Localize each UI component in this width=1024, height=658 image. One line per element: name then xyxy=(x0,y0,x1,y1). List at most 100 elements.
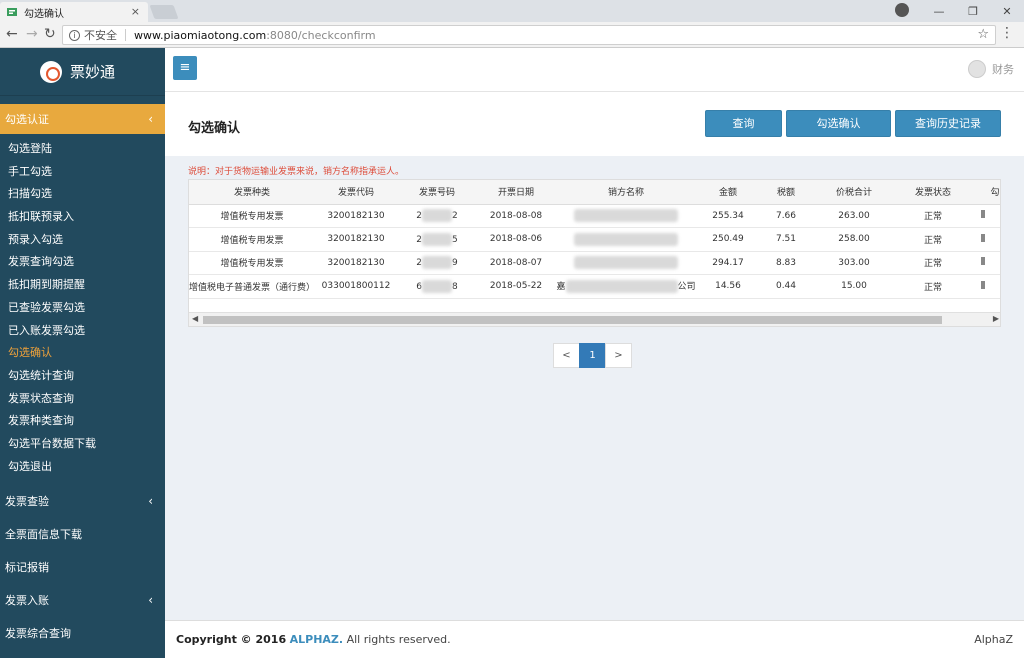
sidebar-item[interactable]: 手工勾选 xyxy=(0,161,165,184)
sidebar-nav: 勾选认证 ‹ 勾选登陆 手工勾选 扫描勾选 抵扣联预录入 预录入勾选 发票查询勾选 抵扣期到期提… xyxy=(0,104,165,649)
user-menu[interactable]: 财务 xyxy=(968,60,1014,78)
browser-tabstrip: 勾选确认 × — ❐ ✕ xyxy=(0,0,1024,22)
column-header[interactable]: 发票代码 xyxy=(315,180,397,205)
page-1-button[interactable]: 1 xyxy=(579,343,606,368)
brand[interactable]: 票妙通 xyxy=(0,48,165,96)
sidebar-item[interactable]: 发票种类查询 xyxy=(0,410,165,433)
seller-name-start: 嘉 xyxy=(556,282,566,293)
sidebar-group-3[interactable]: 标记报销 xyxy=(0,550,165,583)
url-input[interactable]: i 不安全 www.piaomiaotong.com:8080/checkcon… xyxy=(62,25,996,45)
sidebar-item[interactable]: 勾选统计查询 xyxy=(0,365,165,388)
column-header[interactable]: 销方名称 xyxy=(555,180,697,205)
redacted-blur xyxy=(574,232,678,246)
seller-name-end: 公司 xyxy=(677,282,696,293)
next-page-button[interactable]: > xyxy=(605,343,632,368)
sidebar-group-label: 发票入账 xyxy=(5,593,49,607)
invoice-table-panel: 发票种类 发票代码 发票号码 开票日期 销方名称 金额 税额 价税合计 发票状态勾 增值税专用发… xyxy=(188,179,1001,327)
sidebar-group-label: 勾选认证 xyxy=(5,113,49,126)
minimize-icon[interactable]: — xyxy=(922,5,956,18)
sidebar-group-1[interactable]: 发票查验 ‹ xyxy=(0,484,165,517)
scroll-right-icon[interactable]: ▶ xyxy=(993,314,999,323)
company-link[interactable]: ALPHAZ. xyxy=(290,633,343,646)
select-checkbox[interactable] xyxy=(981,257,985,266)
status-cell: 正常 xyxy=(895,204,971,228)
window-controls: — ❐ ✕ xyxy=(922,0,1024,22)
sidebar-item[interactable]: 勾选平台数据下载 xyxy=(0,433,165,456)
prev-page-button[interactable]: < xyxy=(553,343,580,368)
column-header[interactable]: 税额 xyxy=(759,180,813,205)
scroll-left-icon[interactable]: ◀ xyxy=(192,314,198,323)
invoice-date-cell: 2018-08-06 xyxy=(477,227,555,252)
history-query-button[interactable]: 查询历史记录 xyxy=(895,110,1001,137)
sidebar-item[interactable]: 勾选登陆 xyxy=(0,138,165,161)
sidebar-item[interactable]: 勾选退出 xyxy=(0,456,165,479)
column-header[interactable]: 发票状态 xyxy=(895,180,971,205)
table-row[interactable]: 增值税专用发票 3200182130 2 2 2018-08-08 255.34 7.66 2… xyxy=(189,204,1000,228)
query-button[interactable]: 查询 xyxy=(705,110,782,137)
column-header[interactable]: 发票号码 xyxy=(397,180,477,205)
invoice-type-cell: 增值税专用发票 xyxy=(189,251,315,275)
invoice-type-cell: 增值税专用发票 xyxy=(189,227,315,252)
close-window-icon[interactable]: ✕ xyxy=(990,5,1024,18)
sidebar-item[interactable]: 发票查询勾选 xyxy=(0,251,165,274)
sidebar-item[interactable]: 已查验发票勾选 xyxy=(0,297,165,320)
new-tab-button[interactable] xyxy=(149,5,179,19)
table-row[interactable]: 增值税专用发票 3200182130 2 5 2018-08-06 250.49 7.51 2… xyxy=(189,227,1000,252)
close-tab-icon[interactable]: × xyxy=(131,5,140,18)
sidebar-group-0[interactable]: 勾选认证 ‹ xyxy=(0,104,165,134)
sidebar-group-label: 发票查验 xyxy=(5,494,49,508)
invoice-date-cell: 2018-08-07 xyxy=(477,251,555,275)
seller-name-cell xyxy=(555,204,697,228)
reload-icon[interactable]: ↻ xyxy=(44,26,56,42)
select-checkbox[interactable] xyxy=(981,280,985,289)
table-row[interactable]: 增值税电子普通发票（通行费） 033001800112 6 8 2018-05-22 嘉 公… xyxy=(189,274,1000,299)
sidebar-item[interactable]: 抵扣联预录入 xyxy=(0,206,165,229)
sidebar-group-label: 发票综合查询 xyxy=(5,626,71,640)
sidebar-group-2[interactable]: 全票面信息下载 xyxy=(0,517,165,550)
confirm-selection-button[interactable]: 勾选确认 xyxy=(786,110,891,137)
info-icon[interactable]: i xyxy=(69,29,80,41)
invoice-code-cell: 3200182130 xyxy=(315,251,397,275)
invoice-number-end: 2 xyxy=(452,211,458,222)
copyright-prefix: Copyright © 2016 xyxy=(176,633,287,646)
horizontal-scrollbar[interactable]: ◀ ▶ xyxy=(189,312,1000,326)
column-header[interactable]: 发票种类 xyxy=(189,180,315,205)
select-checkbox[interactable] xyxy=(981,210,985,219)
menu-toggle-icon[interactable]: ≡ xyxy=(173,56,197,80)
invoice-number-end: 5 xyxy=(452,234,458,245)
column-header[interactable]: 开票日期 xyxy=(477,180,555,205)
redacted-blur xyxy=(422,209,452,223)
profile-icon[interactable] xyxy=(895,3,909,17)
column-header[interactable]: 勾 xyxy=(971,180,1000,205)
redacted-blur xyxy=(565,280,678,294)
bookmark-star-icon[interactable]: ☆ xyxy=(977,27,989,42)
top-navbar: ≡ 财务 xyxy=(165,48,1024,92)
restore-icon[interactable]: ❐ xyxy=(956,5,990,18)
seller-name-cell: 嘉 公司 xyxy=(555,274,697,299)
sidebar-item[interactable]: 预录入勾选 xyxy=(0,229,165,252)
sidebar-item[interactable]: 发票状态查询 xyxy=(0,388,165,411)
table-row[interactable]: 增值税专用发票 3200182130 2 9 2018-08-07 294.17 8.83 3… xyxy=(189,251,1000,275)
brand-name: 票妙通 xyxy=(70,63,116,81)
scrollbar-thumb[interactable] xyxy=(203,316,942,324)
browser-menu-icon[interactable]: ⋮ xyxy=(1000,26,1014,40)
browser-tab[interactable]: 勾选确认 × xyxy=(0,2,148,22)
note-text: 说明：对于货物运输业发票来说，销方名称指承运人。 xyxy=(188,167,405,177)
table-header-row: 发票种类 发票代码 发票号码 开票日期 销方名称 金额 税额 价税合计 发票状态勾 xyxy=(189,180,1000,205)
select-cell xyxy=(971,251,1000,275)
favicon-icon xyxy=(7,8,17,16)
column-header[interactable]: 金额 xyxy=(697,180,759,205)
select-checkbox[interactable] xyxy=(981,233,985,242)
sidebar-group-label: 标记报销 xyxy=(5,560,49,574)
tax-cell: 7.66 xyxy=(759,204,813,228)
back-icon[interactable]: ← xyxy=(6,26,18,42)
chevron-left-icon: ‹ xyxy=(148,493,153,508)
sidebar-item[interactable]: 抵扣期到期提醒 xyxy=(0,274,165,297)
sidebar-item[interactable]: 勾选确认 xyxy=(0,342,165,365)
forward-icon[interactable]: → xyxy=(26,26,38,42)
sidebar-group-4[interactable]: 发票入账 ‹ xyxy=(0,583,165,616)
sidebar-group-5[interactable]: 发票综合查询 xyxy=(0,616,165,649)
sidebar-item[interactable]: 已入账发票勾选 xyxy=(0,320,165,343)
sidebar-item[interactable]: 扫描勾选 xyxy=(0,183,165,206)
column-header[interactable]: 价税合计 xyxy=(813,180,895,205)
